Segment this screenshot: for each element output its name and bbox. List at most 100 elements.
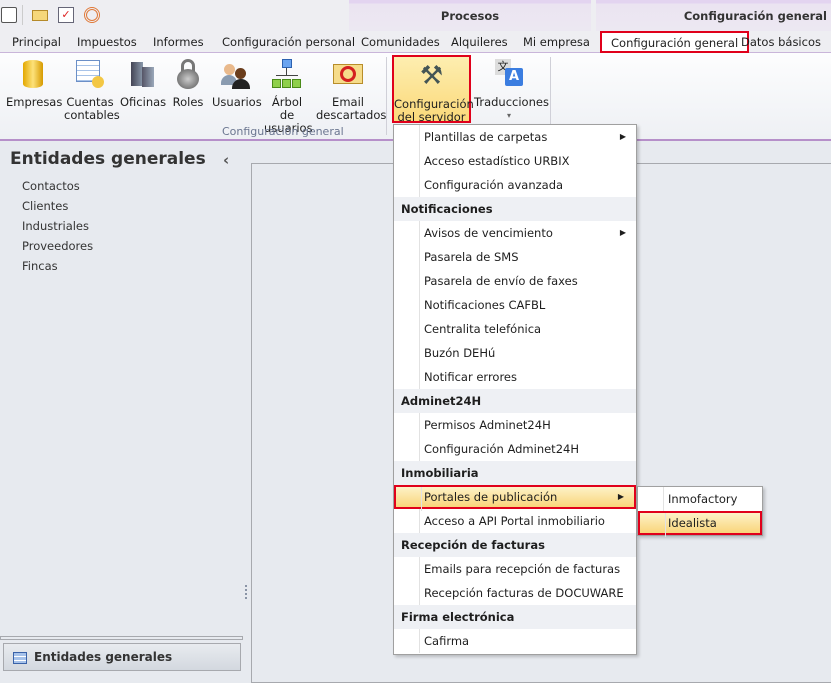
- submenu-arrow-icon: ▶: [617, 492, 624, 501]
- spreadsheet-coins-icon: [74, 58, 106, 90]
- nav-item-fincas[interactable]: Fincas: [22, 259, 58, 273]
- menu-item-label: Plantillas de carpetas: [424, 130, 548, 144]
- broadcast-icon[interactable]: [84, 7, 100, 23]
- submenu-item[interactable]: Inmofactory: [638, 487, 762, 511]
- menu-section-header: Adminet24H: [394, 389, 636, 413]
- arbol-usuarios-button[interactable]: Árbol de usuarios: [264, 55, 313, 135]
- nav-button-label: Entidades generales: [34, 650, 173, 664]
- usuarios-button[interactable]: Usuarios: [212, 55, 262, 109]
- menu-item-label: Avisos de vencimiento: [424, 226, 553, 240]
- button-label: Oficinas: [120, 95, 167, 109]
- email-descartados-button[interactable]: Email descartados: [316, 55, 387, 122]
- menu-item-label: Pasarela de SMS: [424, 250, 519, 264]
- menu-item-label: Emails para recepción de facturas: [424, 562, 621, 576]
- app-menu-icon[interactable]: [1, 7, 17, 23]
- portales-submenu: Inmofactory Idealista: [637, 486, 763, 537]
- menu-item[interactable]: Permisos Adminet24H: [394, 413, 636, 437]
- menu-section-header: Inmobiliaria: [394, 461, 636, 485]
- menu-item[interactable]: Emails para recepción de facturas: [394, 557, 636, 581]
- menu-item[interactable]: Pasarela de envío de faxes: [394, 269, 636, 293]
- menu-item-label: Pasarela de envío de faxes: [424, 274, 578, 288]
- tab-mi-empresa[interactable]: Mi empresa: [523, 35, 590, 49]
- button-label: descartados: [316, 108, 387, 122]
- menu-item-label: Cafirma: [424, 634, 470, 648]
- splitter-handle[interactable]: [245, 585, 247, 599]
- nav-button-entidades-generales[interactable]: Entidades generales: [3, 643, 241, 671]
- nav-item-contactos[interactable]: Contactos: [22, 179, 80, 193]
- menu-item-label: Permisos Adminet24H: [424, 418, 551, 432]
- roles-button[interactable]: Roles: [170, 55, 206, 109]
- mail-icon[interactable]: [32, 10, 48, 21]
- menu-item[interactable]: Configuración Adminet24H: [394, 437, 636, 461]
- tab-datos-basicos[interactable]: Datos básicos: [741, 35, 821, 49]
- menu-item-label: Centralita telefónica: [424, 322, 542, 336]
- button-label: Empresas: [6, 95, 63, 109]
- ribbon-group-label: Configuración general: [222, 125, 344, 138]
- menu-item-label: Recepción facturas de DOCUWARE: [424, 586, 624, 600]
- tab-configuracion-personal[interactable]: Configuración personal: [222, 35, 355, 49]
- ribbon-tabs: Principal Impuestos Informes Configuraci…: [0, 31, 831, 53]
- menu-section-header: Recepción de facturas: [394, 533, 636, 557]
- button-label: Usuarios: [212, 95, 262, 109]
- context-group-configuracion: Configuración general: [596, 0, 831, 31]
- tab-principal[interactable]: Principal: [12, 35, 61, 49]
- quick-access-toolbar: ✓ Procesos Configuración general: [0, 0, 831, 31]
- nav-item-clientes[interactable]: Clientes: [22, 199, 68, 213]
- servers-icon: [126, 58, 158, 90]
- menu-section-header: Notificaciones: [394, 197, 636, 221]
- divider: [22, 5, 23, 25]
- ribbon-separator: [386, 57, 387, 135]
- menu-item[interactable]: Notificar errores: [394, 365, 636, 389]
- users-icon: [220, 58, 252, 90]
- menu-item[interactable]: Buzón DEHú: [394, 341, 636, 365]
- menu-item-label: Portales de publicación: [424, 490, 558, 504]
- tools-icon: ⚒: [419, 61, 444, 91]
- button-label: contables: [64, 108, 120, 122]
- nav-item-industriales[interactable]: Industriales: [22, 219, 89, 233]
- menu-item-label: Adminet24H: [401, 394, 482, 408]
- tab-impuestos[interactable]: Impuestos: [77, 35, 137, 49]
- menu-item-label: Notificaciones CAFBL: [424, 298, 546, 312]
- menu-item[interactable]: Cafirma: [394, 629, 636, 653]
- menu-item[interactable]: Avisos de vencimiento ▶: [394, 221, 636, 245]
- tab-configuracion-general[interactable]: Configuración general: [600, 31, 750, 53]
- submenu-arrow-icon: ▶: [619, 228, 626, 237]
- tab-informes[interactable]: Informes: [153, 35, 204, 49]
- menu-item[interactable]: Acceso a API Portal inmobiliario: [394, 509, 636, 533]
- configuracion-servidor-button[interactable]: ⚒ Configuración del servidor ▾: [392, 55, 474, 137]
- cuentas-contables-button[interactable]: Cuentas contables: [64, 55, 120, 122]
- nav-item-proveedores[interactable]: Proveedores: [22, 239, 93, 253]
- database-icon: [17, 58, 49, 90]
- menu-item-label: Configuración avanzada: [424, 178, 564, 192]
- menu-section-header: Firma electrónica: [394, 605, 636, 629]
- menu-item-label: Acceso a API Portal inmobiliario: [424, 514, 605, 528]
- menu-item[interactable]: Configuración avanzada: [394, 173, 636, 197]
- menu-item-label: Notificar errores: [424, 370, 517, 384]
- submenu-item[interactable]: Idealista: [638, 511, 762, 537]
- blocked-mail-icon: [332, 58, 364, 90]
- submenu-item-label: Idealista: [668, 516, 717, 530]
- menu-item[interactable]: Notificaciones CAFBL: [394, 293, 636, 317]
- collapse-panel-button[interactable]: ‹: [223, 151, 229, 169]
- dropdown-arrow: ▾: [506, 111, 511, 120]
- task-icon[interactable]: ✓: [58, 7, 74, 23]
- left-panel-title: Entidades generales: [10, 149, 206, 169]
- tab-comunidades[interactable]: Comunidades: [361, 35, 440, 49]
- translate-icon: 文A: [493, 58, 525, 90]
- panel-divider[interactable]: [0, 636, 243, 640]
- menu-item-label: Buzón DEHú: [424, 346, 496, 360]
- empresas-button[interactable]: Empresas: [6, 55, 63, 109]
- traducciones-button[interactable]: 文A Traducciones ▾: [474, 55, 549, 122]
- menu-item[interactable]: Recepción facturas de DOCUWARE: [394, 581, 636, 605]
- menu-item[interactable]: Centralita telefónica: [394, 317, 636, 341]
- grid-icon: [13, 652, 27, 664]
- tab-alquileres[interactable]: Alquileres: [451, 35, 508, 49]
- menu-item-label: Inmobiliaria: [401, 466, 479, 480]
- menu-item[interactable]: Plantillas de carpetas ▶: [394, 125, 636, 149]
- submenu-item-label: Inmofactory: [668, 492, 738, 506]
- menu-item[interactable]: Pasarela de SMS: [394, 245, 636, 269]
- oficinas-button[interactable]: Oficinas: [120, 55, 167, 109]
- menu-item-label: Firma electrónica: [401, 610, 515, 624]
- menu-item[interactable]: Acceso estadístico URBIX: [394, 149, 636, 173]
- menu-item[interactable]: Portales de publicación ▶: [394, 485, 636, 511]
